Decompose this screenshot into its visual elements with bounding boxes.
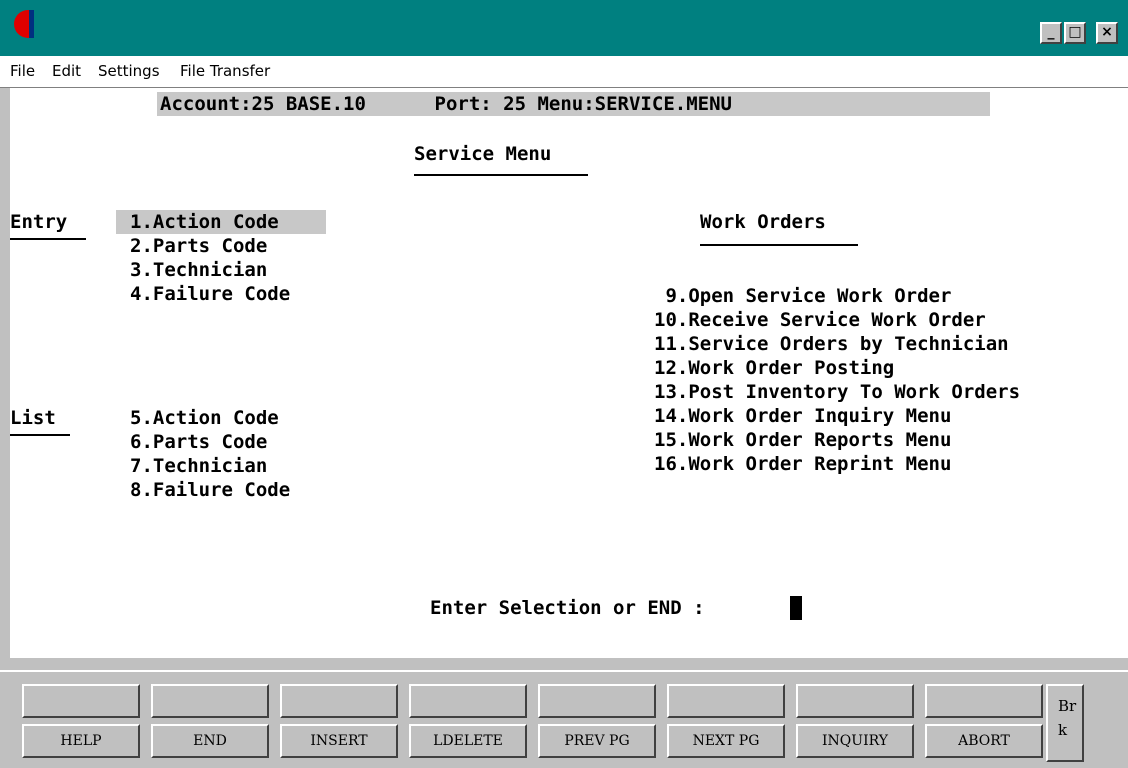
fkey-top-4[interactable] (409, 684, 527, 718)
text-cursor[interactable] (790, 596, 802, 620)
minimize-button[interactable]: _ (1040, 22, 1062, 44)
fkey-next-pg[interactable]: NEXT PG (667, 724, 785, 758)
terminal-screen[interactable]: Account:25 BASE.10 Port: 25 Menu:SERVICE… (10, 88, 1128, 658)
fkey-top-6[interactable] (667, 684, 785, 718)
menu-option-2[interactable]: 2.Parts Code (130, 234, 267, 258)
fkey-prev-pg[interactable]: PREV PG (538, 724, 656, 758)
title-bar: _ □ × (0, 0, 1128, 56)
fkey-top-5[interactable] (538, 684, 656, 718)
menu-option-11[interactable]: 11.Service Orders by Technician (654, 332, 1009, 356)
menu-file[interactable]: File (10, 62, 35, 80)
menu-option-16[interactable]: 16.Work Order Reprint Menu (654, 452, 951, 476)
fkey-top-8[interactable] (925, 684, 1043, 718)
menu-option-6[interactable]: 6.Parts Code (130, 430, 267, 454)
fkey-top-3[interactable] (280, 684, 398, 718)
fkey-ldelete[interactable]: LDELETE (409, 724, 527, 758)
title-underline (414, 174, 588, 176)
menu-file-transfer[interactable]: File Transfer (180, 62, 270, 80)
menu-edit[interactable]: Edit (52, 62, 81, 80)
page-title: Service Menu (414, 143, 552, 165)
fkey-top-2[interactable] (151, 684, 269, 718)
fkey-inquiry[interactable]: INQUIRY (796, 724, 914, 758)
menu-option-15[interactable]: 15.Work Order Reports Menu (654, 428, 951, 452)
fkey-top-7[interactable] (796, 684, 914, 718)
menu-option-13[interactable]: 13.Post Inventory To Work Orders (654, 380, 1020, 404)
fkey-abort[interactable]: ABORT (925, 724, 1043, 758)
fkey-insert[interactable]: INSERT (280, 724, 398, 758)
break-key[interactable]: Br k (1046, 684, 1084, 762)
selection-prompt: Enter Selection or END : (430, 597, 705, 619)
menu-option-9[interactable]: 9.Open Service Work Order (654, 284, 951, 308)
fkey-end[interactable]: END (151, 724, 269, 758)
entry-underline (10, 238, 86, 240)
work-orders-underline (700, 244, 858, 246)
work-orders-label: Work Orders (700, 211, 826, 233)
menu-option-4[interactable]: 4.Failure Code (130, 282, 290, 306)
menu-option-5[interactable]: 5.Action Code (130, 406, 279, 430)
fkey-top-1[interactable] (22, 684, 140, 718)
menu-option-1[interactable]: 1.Action Code (116, 210, 326, 234)
menu-option-8[interactable]: 8.Failure Code (130, 478, 290, 502)
menu-option-10[interactable]: 10.Receive Service Work Order (654, 308, 986, 332)
fkey-help[interactable]: HELP (22, 724, 140, 758)
menu-option-3[interactable]: 3.Technician (130, 258, 267, 282)
list-label: List (10, 407, 56, 429)
app-icon[interactable] (14, 10, 34, 38)
menu-option-7[interactable]: 7.Technician (130, 454, 267, 478)
entry-label: Entry (10, 211, 68, 233)
close-button[interactable]: × (1096, 22, 1118, 44)
menu-settings[interactable]: Settings (98, 62, 160, 80)
maximize-button[interactable]: □ (1064, 22, 1086, 44)
status-line: Account:25 BASE.10 Port: 25 Menu:SERVICE… (160, 93, 732, 115)
list-underline (10, 434, 70, 436)
menu-bar: File Edit Settings File Transfer (0, 56, 1128, 88)
menu-option-12[interactable]: 12.Work Order Posting (654, 356, 894, 380)
menu-option-14[interactable]: 14.Work Order Inquiry Menu (654, 404, 951, 428)
